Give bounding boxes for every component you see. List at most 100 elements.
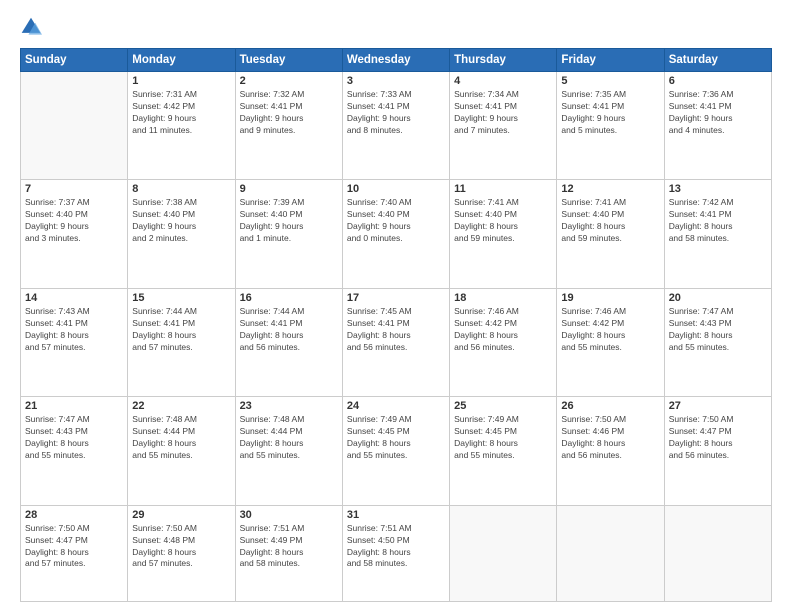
day-number: 3 [347, 75, 445, 87]
calendar-day-cell: 6 Sunrise: 7:36 AM Sunset: 4:41 PM Daylig… [664, 72, 771, 180]
day-info: Sunrise: 7:49 AM Sunset: 4:45 PM Dayligh… [347, 414, 445, 462]
day-number: 27 [669, 400, 767, 412]
header [20, 16, 772, 38]
day-info: Sunrise: 7:39 AM Sunset: 4:40 PM Dayligh… [240, 197, 338, 245]
day-number: 23 [240, 400, 338, 412]
day-number: 8 [132, 183, 230, 195]
calendar-week-row: 21 Sunrise: 7:47 AM Sunset: 4:43 PM Dayli… [21, 397, 772, 505]
day-number: 22 [132, 400, 230, 412]
calendar-table: SundayMondayTuesdayWednesdayThursdayFrid… [20, 48, 772, 602]
day-info: Sunrise: 7:41 AM Sunset: 4:40 PM Dayligh… [454, 197, 552, 245]
day-number: 18 [454, 292, 552, 304]
day-number: 7 [25, 183, 123, 195]
day-number: 21 [25, 400, 123, 412]
day-info: Sunrise: 7:51 AM Sunset: 4:50 PM Dayligh… [347, 523, 445, 571]
day-info: Sunrise: 7:35 AM Sunset: 4:41 PM Dayligh… [561, 89, 659, 137]
day-number: 10 [347, 183, 445, 195]
calendar-day-cell: 11 Sunrise: 7:41 AM Sunset: 4:40 PM Dayli… [450, 180, 557, 288]
day-number: 13 [669, 183, 767, 195]
calendar-day-cell: 19 Sunrise: 7:46 AM Sunset: 4:42 PM Dayli… [557, 288, 664, 396]
day-info: Sunrise: 7:31 AM Sunset: 4:42 PM Dayligh… [132, 89, 230, 137]
calendar-day-header: Saturday [664, 49, 771, 72]
day-number: 5 [561, 75, 659, 87]
day-info: Sunrise: 7:41 AM Sunset: 4:40 PM Dayligh… [561, 197, 659, 245]
calendar-day-cell [664, 505, 771, 601]
day-number: 6 [669, 75, 767, 87]
day-info: Sunrise: 7:42 AM Sunset: 4:41 PM Dayligh… [669, 197, 767, 245]
calendar-day-cell: 27 Sunrise: 7:50 AM Sunset: 4:47 PM Dayli… [664, 397, 771, 505]
calendar-day-cell: 3 Sunrise: 7:33 AM Sunset: 4:41 PM Daylig… [342, 72, 449, 180]
calendar-day-cell: 10Sunrise: 7:40 AM Sunset: 4:40 PM Dayli… [342, 180, 449, 288]
day-info: Sunrise: 7:34 AM Sunset: 4:41 PM Dayligh… [454, 89, 552, 137]
logo-icon [20, 16, 42, 38]
day-info: Sunrise: 7:45 AM Sunset: 4:41 PM Dayligh… [347, 306, 445, 354]
calendar-week-row: 7 Sunrise: 7:37 AM Sunset: 4:40 PM Daylig… [21, 180, 772, 288]
calendar-day-cell: 29 Sunrise: 7:50 AM Sunset: 4:48 PM Dayli… [128, 505, 235, 601]
calendar-header-row: SundayMondayTuesdayWednesdayThursdayFrid… [21, 49, 772, 72]
calendar-day-cell: 4 Sunrise: 7:34 AM Sunset: 4:41 PM Daylig… [450, 72, 557, 180]
day-info: Sunrise: 7:50 AM Sunset: 4:47 PM Dayligh… [25, 523, 123, 571]
day-number: 9 [240, 183, 338, 195]
day-number: 30 [240, 509, 338, 521]
calendar-day-cell: 30 Sunrise: 7:51 AM Sunset: 4:49 PM Dayli… [235, 505, 342, 601]
calendar-day-cell [557, 505, 664, 601]
day-info: Sunrise: 7:37 AM Sunset: 4:40 PM Dayligh… [25, 197, 123, 245]
day-number: 25 [454, 400, 552, 412]
calendar-day-cell: 22Sunrise: 7:48 AM Sunset: 4:44 PM Dayli… [128, 397, 235, 505]
calendar-day-cell: 20 Sunrise: 7:47 AM Sunset: 4:43 PM Dayli… [664, 288, 771, 396]
day-info: Sunrise: 7:46 AM Sunset: 4:42 PM Dayligh… [561, 306, 659, 354]
day-info: Sunrise: 7:48 AM Sunset: 4:44 PM Dayligh… [240, 414, 338, 462]
logo [20, 16, 46, 38]
calendar-day-header: Wednesday [342, 49, 449, 72]
day-info: Sunrise: 7:50 AM Sunset: 4:48 PM Dayligh… [132, 523, 230, 571]
calendar-day-cell: 26 Sunrise: 7:50 AM Sunset: 4:46 PM Dayli… [557, 397, 664, 505]
day-info: Sunrise: 7:32 AM Sunset: 4:41 PM Dayligh… [240, 89, 338, 137]
calendar-day-cell: 28 Sunrise: 7:50 AM Sunset: 4:47 PM Dayli… [21, 505, 128, 601]
calendar-day-cell: 8Sunrise: 7:38 AM Sunset: 4:40 PM Daylig… [128, 180, 235, 288]
calendar-day-cell: 25Sunrise: 7:49 AM Sunset: 4:45 PM Dayli… [450, 397, 557, 505]
day-number: 29 [132, 509, 230, 521]
calendar-day-header: Sunday [21, 49, 128, 72]
day-number: 16 [240, 292, 338, 304]
calendar-day-cell: 21 Sunrise: 7:47 AM Sunset: 4:43 PM Dayli… [21, 397, 128, 505]
day-info: Sunrise: 7:50 AM Sunset: 4:47 PM Dayligh… [669, 414, 767, 462]
day-number: 24 [347, 400, 445, 412]
day-number: 17 [347, 292, 445, 304]
day-number: 28 [25, 509, 123, 521]
day-number: 20 [669, 292, 767, 304]
calendar-day-header: Friday [557, 49, 664, 72]
calendar-day-cell: 7 Sunrise: 7:37 AM Sunset: 4:40 PM Daylig… [21, 180, 128, 288]
calendar-day-cell: 9 Sunrise: 7:39 AM Sunset: 4:40 PM Daylig… [235, 180, 342, 288]
day-number: 11 [454, 183, 552, 195]
calendar-day-cell: 23 Sunrise: 7:48 AM Sunset: 4:44 PM Dayli… [235, 397, 342, 505]
calendar-day-cell: 5 Sunrise: 7:35 AM Sunset: 4:41 PM Daylig… [557, 72, 664, 180]
day-number: 26 [561, 400, 659, 412]
calendar-day-cell: 1Sunrise: 7:31 AM Sunset: 4:42 PM Daylig… [128, 72, 235, 180]
day-info: Sunrise: 7:46 AM Sunset: 4:42 PM Dayligh… [454, 306, 552, 354]
calendar-day-cell: 24 Sunrise: 7:49 AM Sunset: 4:45 PM Dayli… [342, 397, 449, 505]
day-number: 2 [240, 75, 338, 87]
day-info: Sunrise: 7:36 AM Sunset: 4:41 PM Dayligh… [669, 89, 767, 137]
day-number: 19 [561, 292, 659, 304]
calendar-day-cell: 16Sunrise: 7:44 AM Sunset: 4:41 PM Dayli… [235, 288, 342, 396]
day-info: Sunrise: 7:44 AM Sunset: 4:41 PM Dayligh… [132, 306, 230, 354]
calendar-week-row: 28 Sunrise: 7:50 AM Sunset: 4:47 PM Dayli… [21, 505, 772, 601]
page: SundayMondayTuesdayWednesdayThursdayFrid… [0, 0, 792, 612]
calendar-day-header: Thursday [450, 49, 557, 72]
day-number: 4 [454, 75, 552, 87]
calendar-day-cell: 15 Sunrise: 7:44 AM Sunset: 4:41 PM Dayli… [128, 288, 235, 396]
calendar-day-cell: 12 Sunrise: 7:41 AM Sunset: 4:40 PM Dayli… [557, 180, 664, 288]
calendar-day-cell [21, 72, 128, 180]
day-info: Sunrise: 7:47 AM Sunset: 4:43 PM Dayligh… [669, 306, 767, 354]
day-info: Sunrise: 7:50 AM Sunset: 4:46 PM Dayligh… [561, 414, 659, 462]
calendar-week-row: 1Sunrise: 7:31 AM Sunset: 4:42 PM Daylig… [21, 72, 772, 180]
calendar-week-row: 14Sunrise: 7:43 AM Sunset: 4:41 PM Dayli… [21, 288, 772, 396]
calendar-day-cell: 31Sunrise: 7:51 AM Sunset: 4:50 PM Dayli… [342, 505, 449, 601]
calendar-day-cell [450, 505, 557, 601]
calendar-day-cell: 2 Sunrise: 7:32 AM Sunset: 4:41 PM Daylig… [235, 72, 342, 180]
day-number: 12 [561, 183, 659, 195]
day-number: 15 [132, 292, 230, 304]
day-info: Sunrise: 7:47 AM Sunset: 4:43 PM Dayligh… [25, 414, 123, 462]
day-info: Sunrise: 7:51 AM Sunset: 4:49 PM Dayligh… [240, 523, 338, 571]
day-info: Sunrise: 7:33 AM Sunset: 4:41 PM Dayligh… [347, 89, 445, 137]
